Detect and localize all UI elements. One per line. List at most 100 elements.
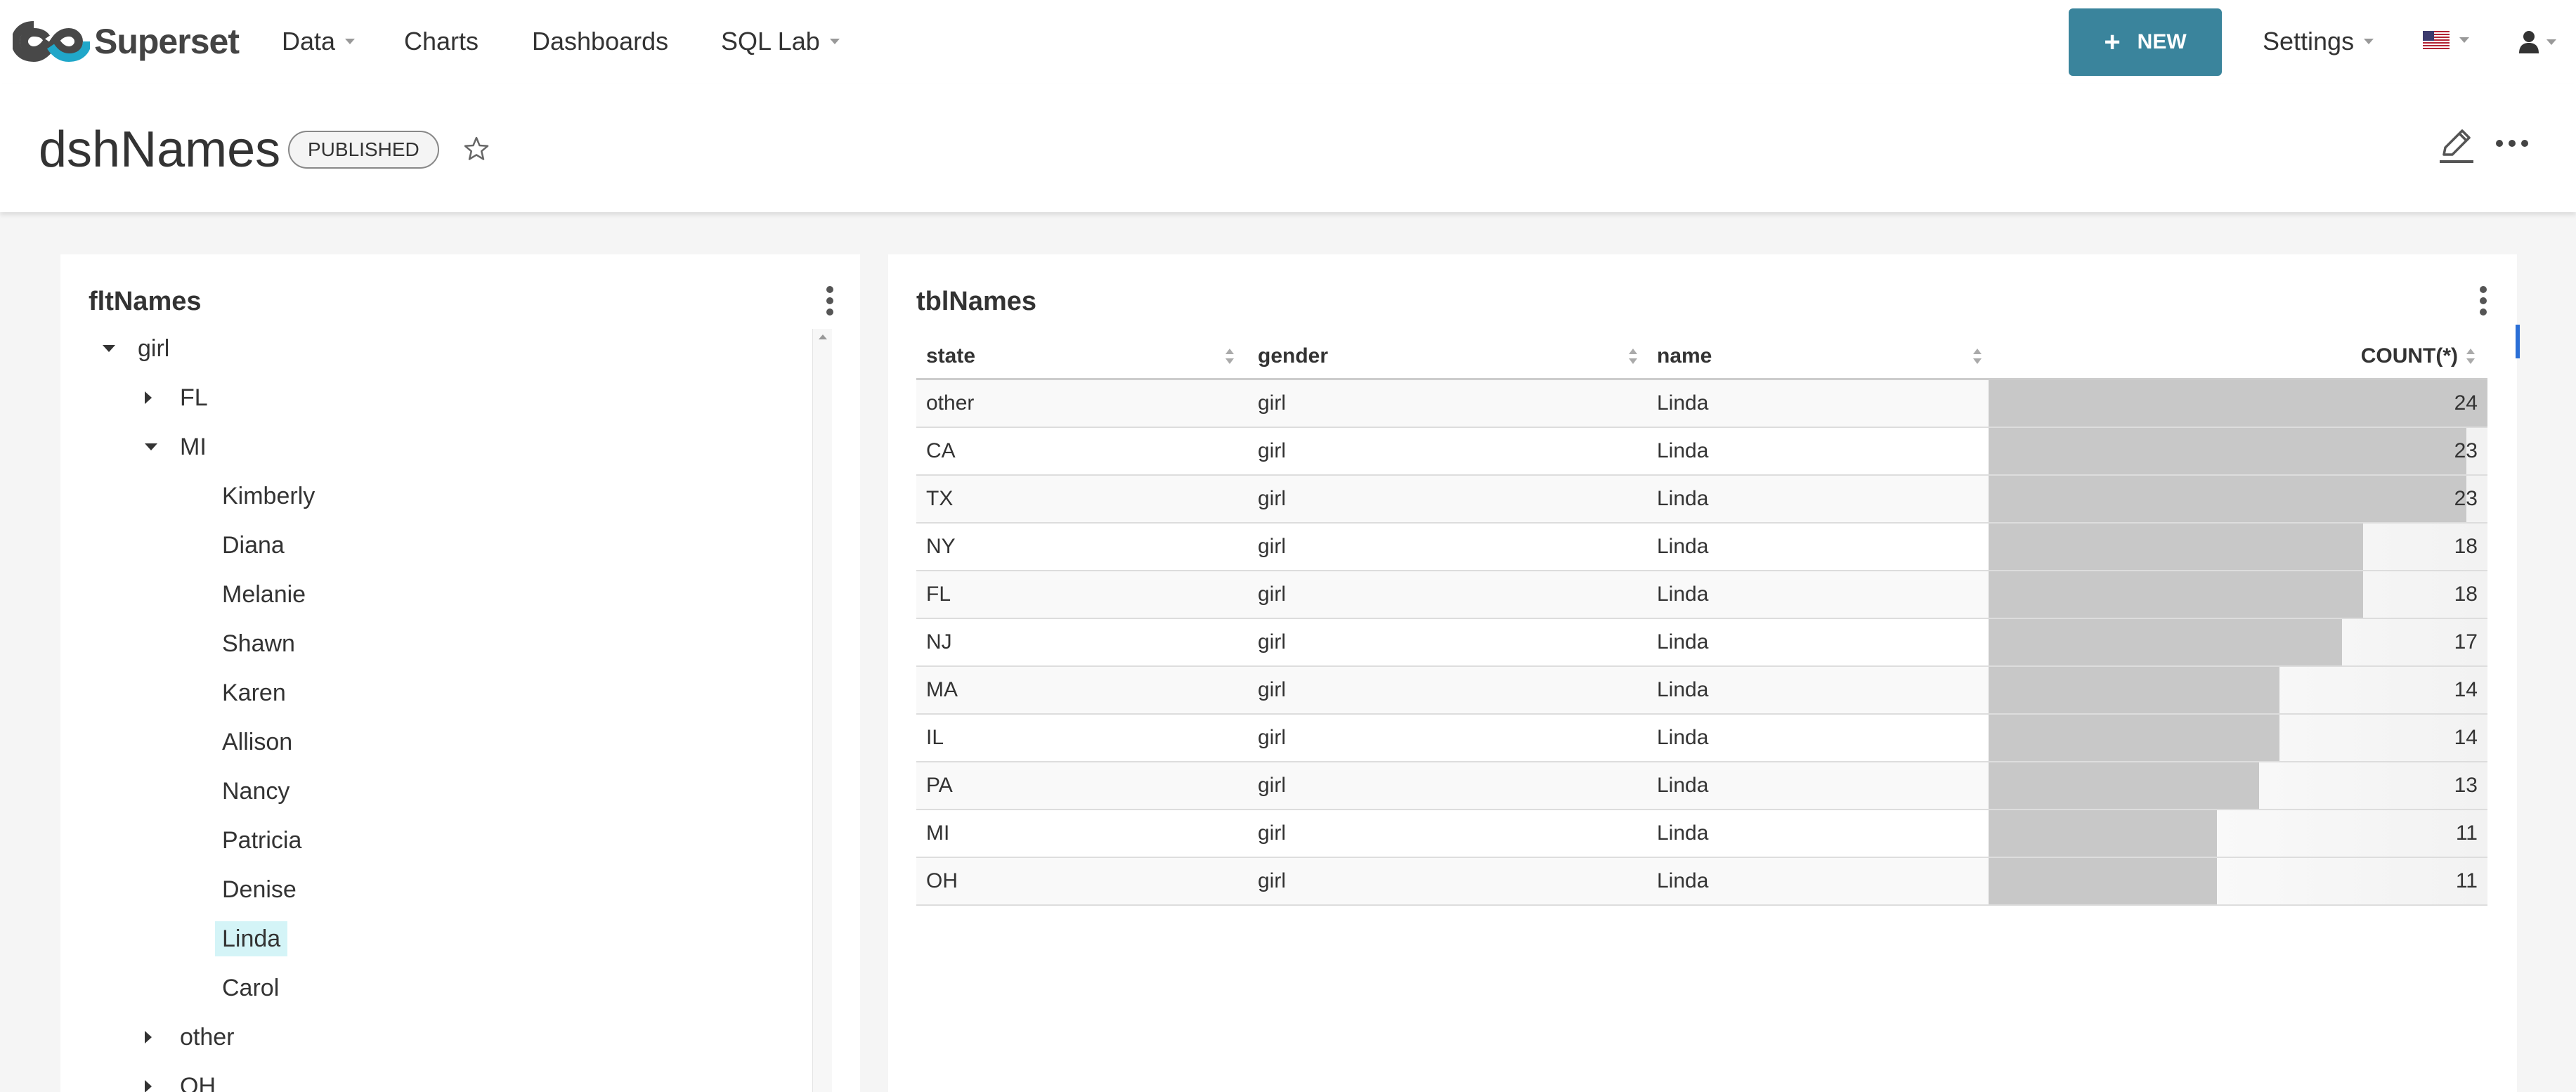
sort-icon[interactable] [1627, 347, 1639, 365]
cell-gender: girl [1258, 630, 1287, 654]
tree-node-label: Allison [222, 728, 293, 755]
column-header-state[interactable]: state [926, 333, 975, 379]
user-menu[interactable] [2518, 30, 2556, 55]
cell-gender: girl [1258, 774, 1287, 797]
superset-logo[interactable]: Superset [13, 20, 240, 63]
column-header-label: state [926, 344, 976, 368]
table-row[interactable]: PA girl Linda 13 [916, 762, 2487, 810]
table-row[interactable]: NJ girl Linda 17 [916, 619, 2487, 667]
superset-logo-icon [13, 21, 90, 63]
new-button[interactable]: + NEW [2069, 8, 2222, 76]
cell-count: 23 [2454, 439, 2478, 462]
sort-icon[interactable] [1224, 347, 1235, 365]
column-header-name[interactable]: name [1657, 333, 1712, 379]
table-row[interactable]: MI girl Linda 11 [916, 810, 2487, 858]
tree-leaf-linda-selected[interactable]: Linda [215, 921, 288, 956]
table-row[interactable]: MA girl Linda 14 [916, 667, 2487, 715]
tree-node-girl[interactable]: girl [103, 331, 169, 366]
nav-data-menu[interactable]: Data [282, 27, 356, 56]
tree-node-label: MI [180, 433, 207, 460]
tree-leaf-shawn[interactable]: Shawn [222, 626, 295, 661]
dashboard-title[interactable]: dshNames [39, 121, 280, 178]
tree-leaf-nancy[interactable]: Nancy [222, 774, 290, 809]
settings-menu[interactable]: Settings [2263, 27, 2374, 56]
nav-data-label: Data [282, 27, 336, 56]
count-bar [1989, 476, 2466, 522]
cell-state: MA [926, 678, 958, 701]
tree-leaf-allison[interactable]: Allison [222, 724, 292, 760]
plus-icon: + [2104, 26, 2121, 58]
us-flag-icon [2423, 31, 2450, 49]
tree-node-label: FL [180, 384, 208, 411]
dashboard-header: dshNames PUBLISHED [0, 84, 2576, 212]
column-header-gender[interactable]: gender [1258, 333, 1328, 379]
cell-name: Linda [1657, 391, 1709, 415]
tree-leaf-carol[interactable]: Carol [222, 970, 279, 1006]
table-row[interactable]: other girl Linda 24 [916, 380, 2487, 428]
cell-state: NY [926, 535, 956, 558]
panel-menu-icon[interactable] [2478, 285, 2488, 316]
cell-gender: girl [1258, 487, 1287, 510]
cell-gender: girl [1258, 726, 1287, 749]
column-header-label: name [1657, 344, 1712, 368]
tree-node-label: Karen [222, 679, 286, 706]
tree-leaf-patricia[interactable]: Patricia [222, 823, 301, 858]
cell-name: Linda [1657, 678, 1709, 701]
tree-node-fl[interactable]: FL [145, 380, 208, 415]
cell-gender: girl [1258, 391, 1287, 415]
sort-icon[interactable] [1972, 347, 1983, 365]
tree-node-other[interactable]: other [145, 1020, 235, 1055]
nav-dashboards-link[interactable]: Dashboards [532, 27, 668, 56]
collapse-caret-icon[interactable] [145, 443, 157, 450]
cell-count: 14 [2454, 726, 2478, 749]
more-options-icon[interactable] [2494, 138, 2530, 149]
tree-leaf-melanie[interactable]: Melanie [222, 577, 306, 612]
edit-pencil-icon[interactable] [2437, 126, 2476, 166]
table-row[interactable]: FL girl Linda 18 [916, 571, 2487, 619]
tree-node-label: Patricia [222, 826, 302, 854]
nav-sql-lab-menu[interactable]: SQL Lab [721, 27, 840, 56]
table-row[interactable]: OH girl Linda 11 [916, 858, 2487, 906]
chevron-down-icon [345, 39, 356, 44]
sort-icon[interactable] [2465, 347, 2476, 365]
tree-node-label: Nancy [222, 777, 290, 805]
tree-node-label: Shawn [222, 630, 295, 657]
cell-count: 18 [2454, 535, 2478, 558]
table-row[interactable]: NY girl Linda 18 [916, 524, 2487, 571]
tree-scrollbar[interactable] [812, 329, 832, 1092]
tree-leaf-kimberly[interactable]: Kimberly [222, 479, 315, 514]
expand-caret-icon[interactable] [145, 391, 152, 404]
cell-state: other [926, 391, 975, 415]
table-row[interactable]: TX girl Linda 23 [916, 476, 2487, 524]
favorite-star-icon[interactable] [462, 135, 490, 163]
nav-dashboards-label: Dashboards [532, 27, 669, 56]
tree-leaf-karen[interactable]: Karen [222, 675, 286, 710]
tree-node-mi[interactable]: MI [145, 429, 207, 464]
cell-state: PA [926, 774, 953, 797]
expand-caret-icon[interactable] [145, 1031, 152, 1044]
tree-leaf-denise[interactable]: Denise [222, 872, 297, 907]
tree-node-oh[interactable]: OH [145, 1069, 216, 1092]
filter-panel-title: fltNames [89, 287, 202, 316]
cell-gender: girl [1258, 821, 1287, 845]
panel-resize-handle[interactable] [2516, 325, 2520, 358]
language-picker[interactable] [2423, 31, 2469, 49]
count-bar [1989, 380, 2487, 427]
panel-menu-icon[interactable] [825, 285, 835, 316]
collapse-caret-icon[interactable] [103, 345, 115, 352]
expand-caret-icon[interactable] [145, 1080, 152, 1092]
scroll-up-arrow-icon[interactable] [819, 334, 827, 339]
tree-node-label: Denise [222, 876, 297, 903]
tree-leaf-diana[interactable]: Diana [222, 528, 285, 563]
table-row[interactable]: CA girl Linda 23 [916, 428, 2487, 476]
cell-count: 11 [2455, 821, 2478, 845]
cell-gender: girl [1258, 869, 1287, 892]
cell-name: Linda [1657, 821, 1709, 845]
count-bar [1989, 858, 2217, 904]
column-header-count[interactable]: COUNT(*) [2361, 333, 2458, 379]
cell-name: Linda [1657, 630, 1709, 654]
nav-charts-link[interactable]: Charts [404, 27, 479, 56]
published-status-badge[interactable]: PUBLISHED [288, 131, 439, 169]
cell-gender: girl [1258, 439, 1287, 462]
table-row[interactable]: IL girl Linda 14 [916, 715, 2487, 762]
